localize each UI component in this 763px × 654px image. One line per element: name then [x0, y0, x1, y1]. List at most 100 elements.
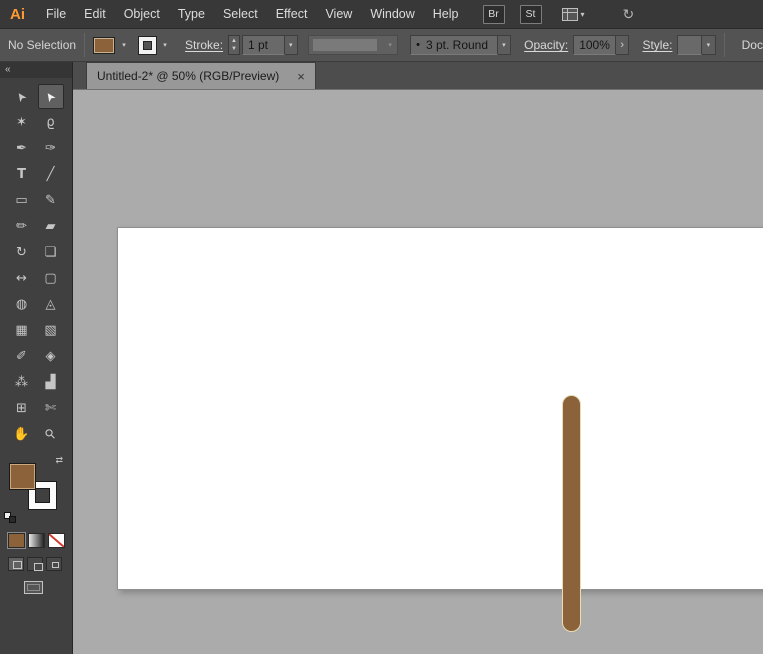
fill-swatch[interactable]	[9, 463, 36, 490]
paintbrush-icon: ✎	[45, 194, 56, 207]
selection-tool[interactable]: ➤	[9, 84, 35, 109]
slice-icon: ✄	[45, 402, 56, 415]
mesh-tool[interactable]: ▦	[9, 318, 35, 343]
magic-wand-tool[interactable]: ✶	[9, 110, 35, 135]
style-panel-link[interactable]: Style:	[642, 38, 672, 52]
document-tab[interactable]: Untitled-2* @ 50% (RGB/Preview) ×	[86, 62, 316, 89]
color-button[interactable]	[8, 533, 25, 548]
line-segment-tool[interactable]: ╱	[38, 162, 64, 187]
bridge-button[interactable]: Br	[483, 5, 505, 24]
stroke-weight-dropdown[interactable]: ▾	[285, 35, 299, 55]
menu-item-select[interactable]: Select	[214, 0, 267, 28]
tools-grid: ➤➤✶ϱ✒✑T╱▭✎✏▰↻❏↔▢◍◬▦▧✐◈⁂▟⊞✄✋⚲	[0, 84, 72, 447]
workspace-switcher[interactable]: ▾	[562, 8, 585, 21]
brush-stroke-artwork[interactable]	[562, 395, 581, 632]
rotate-tool[interactable]: ↻	[9, 240, 35, 265]
stepper-up-icon[interactable]: ▲	[231, 37, 237, 45]
menu-item-window[interactable]: Window	[361, 0, 423, 28]
stroke-panel-link[interactable]: Stroke:	[185, 38, 223, 52]
pencil-tool[interactable]: ✏	[9, 214, 35, 239]
draw-behind-button[interactable]	[27, 557, 43, 571]
menu-item-effect[interactable]: Effect	[267, 0, 317, 28]
artboard-tool[interactable]: ⊞	[9, 396, 35, 421]
eraser-tool[interactable]: ▰	[38, 214, 64, 239]
eyedropper-icon: ✐	[16, 350, 27, 363]
menu-item-type[interactable]: Type	[169, 0, 214, 28]
draw-inside-button[interactable]	[46, 557, 62, 571]
swap-fill-stroke-icon[interactable]: ⇄	[55, 455, 63, 466]
menu-item-edit[interactable]: Edit	[75, 0, 115, 28]
free-transform-icon: ▢	[44, 272, 56, 285]
rectangle-tool[interactable]: ▭	[9, 188, 35, 213]
draw-normal-button[interactable]	[8, 557, 24, 571]
perspective-grid-tool[interactable]: ◬	[38, 292, 64, 317]
free-transform-tool[interactable]: ▢	[38, 266, 64, 291]
pen-icon: ✒	[16, 142, 27, 155]
default-fill-stroke-icon[interactable]	[4, 512, 16, 523]
blend-tool[interactable]: ◈	[38, 344, 64, 369]
symbol-sprayer-icon: ⁂	[15, 376, 28, 389]
stroke-color-combo[interactable]: ▾	[139, 36, 172, 55]
panel-collapse-button[interactable]: «	[0, 62, 72, 78]
gradient-tool[interactable]: ▧	[38, 318, 64, 343]
document-tab-title: Untitled-2* @ 50% (RGB/Preview)	[97, 69, 279, 83]
zoom-tool[interactable]: ⚲	[38, 422, 64, 447]
stock-button[interactable]: St	[520, 5, 542, 24]
zoom-icon: ⚲	[43, 427, 59, 443]
symbol-sprayer-tool[interactable]: ⁂	[9, 370, 35, 395]
sync-icon[interactable]: ↻	[623, 6, 635, 23]
opacity-panel-link[interactable]: Opacity:	[524, 38, 568, 52]
direct-selection-icon: ➤	[43, 89, 59, 104]
menu-item-file[interactable]: File	[37, 0, 75, 28]
curvature-tool[interactable]: ✑	[38, 136, 64, 161]
graphic-style-dropdown[interactable]: ▾	[702, 35, 716, 55]
hand-tool[interactable]: ✋	[9, 422, 35, 447]
fill-color-swatch[interactable]	[93, 37, 115, 54]
canvas-area[interactable]	[73, 90, 763, 654]
menu-item-help[interactable]: Help	[424, 0, 468, 28]
chevron-down-icon: ▾	[383, 41, 397, 49]
hand-icon: ✋	[13, 428, 29, 441]
paint-type-buttons	[8, 533, 72, 548]
lasso-icon: ϱ	[46, 116, 54, 129]
paintbrush-tool[interactable]: ✎	[38, 188, 64, 213]
scale-tool[interactable]: ❏	[38, 240, 64, 265]
screen-mode-button[interactable]	[24, 581, 43, 594]
opacity-field[interactable]: 100%	[573, 35, 616, 55]
app-logo[interactable]: Ai	[10, 6, 25, 23]
fill-stroke-controls: ⇄	[0, 457, 72, 521]
brush-definition-field[interactable]: • 3 pt. Round	[410, 35, 497, 55]
opacity-flyout-arrow[interactable]: ›	[616, 35, 630, 55]
none-button[interactable]	[48, 533, 65, 548]
slice-tool[interactable]: ✄	[38, 396, 64, 421]
chevron-down-icon[interactable]: ▾	[117, 36, 131, 55]
stroke-weight-field[interactable]: 1 pt	[242, 35, 285, 55]
brush-definition-dropdown[interactable]: ▾	[498, 35, 512, 55]
column-graph-tool[interactable]: ▟	[38, 370, 64, 395]
menu-item-object[interactable]: Object	[115, 0, 169, 28]
lasso-tool[interactable]: ϱ	[38, 110, 64, 135]
stroke-color-swatch[interactable]	[139, 37, 156, 54]
document-setup-button[interactable]: Doc	[742, 38, 763, 52]
gradient-button[interactable]	[28, 533, 45, 548]
shape-builder-tool[interactable]: ◍	[9, 292, 35, 317]
stepper-down-icon[interactable]: ▼	[231, 45, 237, 53]
mesh-icon: ▦	[15, 324, 27, 337]
menu-item-view[interactable]: View	[316, 0, 361, 28]
direct-selection-tool[interactable]: ➤	[38, 84, 64, 109]
stroke-weight-stepper[interactable]: ▲ ▼	[228, 35, 240, 55]
type-tool[interactable]: T	[9, 162, 35, 187]
brush-preview-icon: •	[416, 39, 420, 51]
divider	[84, 33, 85, 57]
pen-tool[interactable]: ✒	[9, 136, 35, 161]
artboard[interactable]	[117, 227, 763, 590]
width-profile-preview	[313, 39, 377, 51]
close-icon[interactable]: ×	[297, 70, 305, 83]
width-icon: ↔	[16, 272, 27, 285]
type-icon: T	[17, 168, 26, 181]
graphic-style-field[interactable]	[677, 35, 702, 55]
chevron-down-icon[interactable]: ▾	[158, 36, 172, 55]
eyedropper-tool[interactable]: ✐	[9, 344, 35, 369]
fill-color-combo[interactable]: ▾	[93, 36, 131, 55]
width-tool[interactable]: ↔	[9, 266, 35, 291]
